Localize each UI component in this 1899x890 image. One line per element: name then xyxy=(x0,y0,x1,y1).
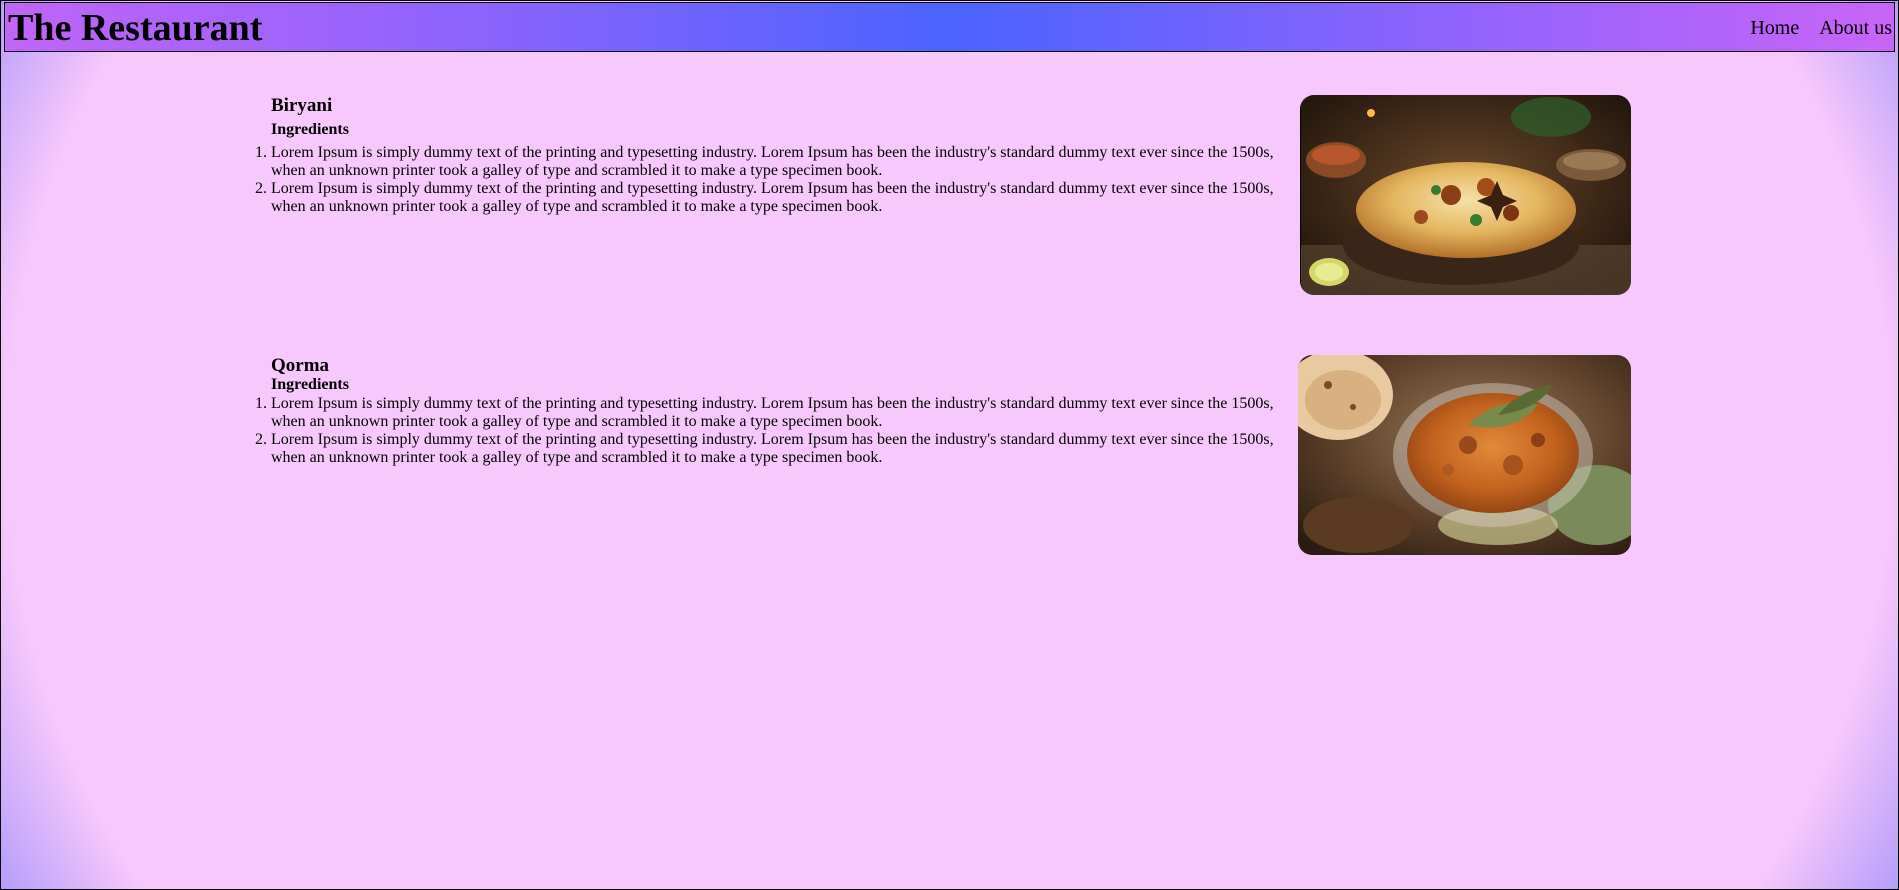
dish-card-qorma: Qorma Ingredients Lorem Ipsum is simply … xyxy=(251,355,1631,555)
dish-name: Qorma xyxy=(271,355,330,376)
ingredients-list: Lorem Ipsum is simply dummy text of the … xyxy=(251,144,1281,216)
dish-details: Biryani Ingredients Lorem Ipsum is simpl… xyxy=(251,95,1281,216)
ingredient-item: Lorem Ipsum is simply dummy text of the … xyxy=(271,144,1281,180)
main-nav: Home About us xyxy=(1750,16,1892,40)
ingredients-heading: Ingredients xyxy=(271,376,349,393)
ingredient-item: Lorem Ipsum is simply dummy text of the … xyxy=(271,180,1281,216)
nav-home-link[interactable]: Home xyxy=(1750,16,1799,40)
dish-card-biryani: Biryani Ingredients Lorem Ipsum is simpl… xyxy=(251,95,1631,295)
biryani-photo xyxy=(1300,95,1631,295)
site-header: The Restaurant Home About us xyxy=(4,2,1895,52)
ingredient-item: Lorem Ipsum is simply dummy text of the … xyxy=(271,431,1281,467)
site-title: The Restaurant xyxy=(8,7,263,49)
qorma-photo xyxy=(1298,355,1631,555)
ingredients-list: Lorem Ipsum is simply dummy text of the … xyxy=(251,395,1281,467)
ingredients-heading: Ingredients xyxy=(271,121,349,138)
ingredient-item: Lorem Ipsum is simply dummy text of the … xyxy=(271,395,1281,431)
nav-about-link[interactable]: About us xyxy=(1819,16,1892,40)
dish-name: Biryani xyxy=(271,95,333,116)
dish-details: Qorma Ingredients Lorem Ipsum is simply … xyxy=(251,355,1281,467)
